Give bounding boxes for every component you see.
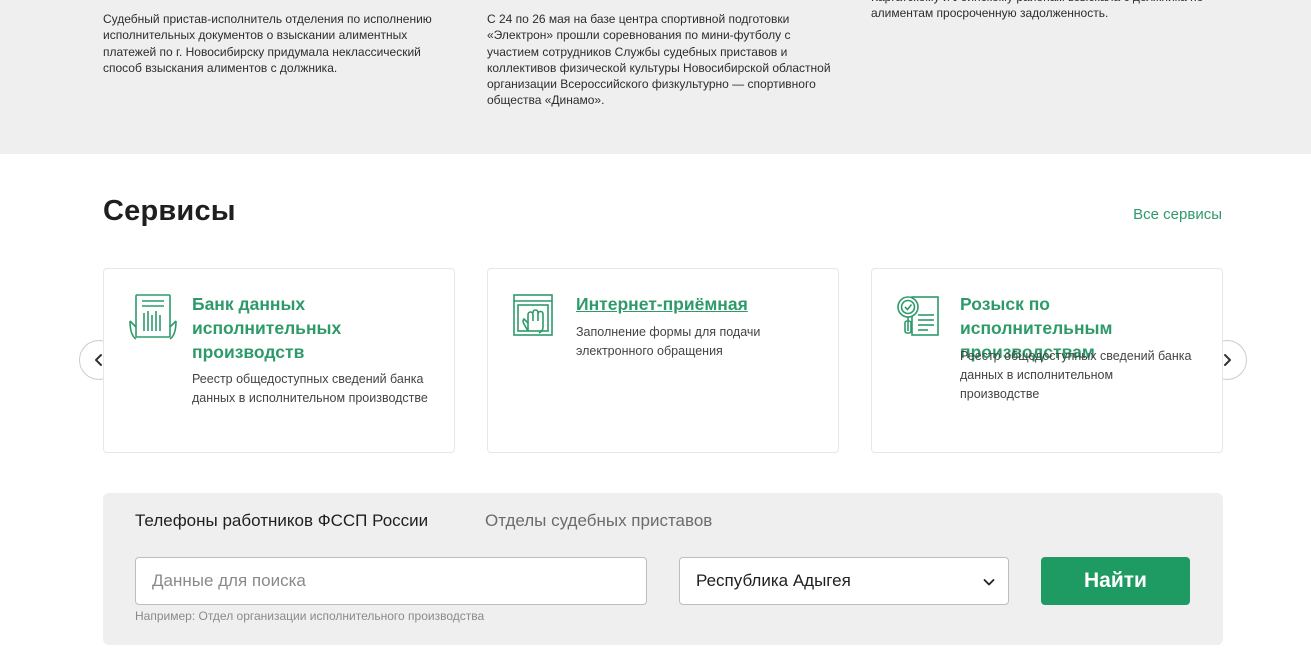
all-services-link[interactable]: Все сервисы bbox=[1133, 206, 1222, 223]
service-card-description: Реестр общедоступных сведений банка данн… bbox=[192, 372, 428, 405]
service-card-search[interactable]: Розыск по исполнительным производствам Р… bbox=[871, 268, 1223, 453]
news-item[interactable]: Судебный пристав-исполнитель отделения п… bbox=[103, 11, 443, 76]
service-card-database[interactable]: Банк данных исполнительных производств Р… bbox=[103, 268, 455, 453]
service-card-title[interactable]: Банк данных исполнительных производств bbox=[192, 292, 432, 364]
search-document-icon bbox=[897, 296, 939, 336]
service-card-reception[interactable]: Интернет-приёмная Заполнение формы для п… bbox=[487, 268, 839, 453]
chevron-down-icon bbox=[983, 579, 995, 586]
tab-departments[interactable]: Отделы судебных приставов bbox=[485, 511, 712, 531]
search-panel: Телефоны работников ФССП России Отделы с… bbox=[103, 493, 1223, 645]
region-select[interactable]: Республика Адыгея bbox=[679, 557, 1009, 605]
news-item[interactable]: С 24 по 26 мая на базе центра спортивной… bbox=[487, 11, 837, 109]
online-reception-icon bbox=[513, 294, 553, 336]
search-hint: Например: Отдел организации исполнительн… bbox=[135, 609, 485, 623]
service-card-title[interactable]: Интернет-приёмная bbox=[576, 292, 816, 316]
section-title: Сервисы bbox=[103, 195, 236, 227]
tab-phones[interactable]: Телефоны работников ФССП России bbox=[135, 511, 428, 531]
service-card-description: Реестр общедоступных сведений банка данн… bbox=[960, 349, 1192, 401]
news-strip: Судебный пристав-исполнитель отделения п… bbox=[0, 0, 1311, 154]
document-database-icon bbox=[129, 294, 177, 340]
region-select-value: Республика Адыгея bbox=[696, 571, 851, 590]
service-card-description: Заполнение формы для подачи электронного… bbox=[576, 325, 761, 358]
find-button[interactable]: Найти bbox=[1041, 557, 1190, 605]
news-item[interactable]: Каргатскому и Убинскому районам взыскала… bbox=[871, 0, 1221, 22]
search-input[interactable] bbox=[135, 557, 647, 605]
